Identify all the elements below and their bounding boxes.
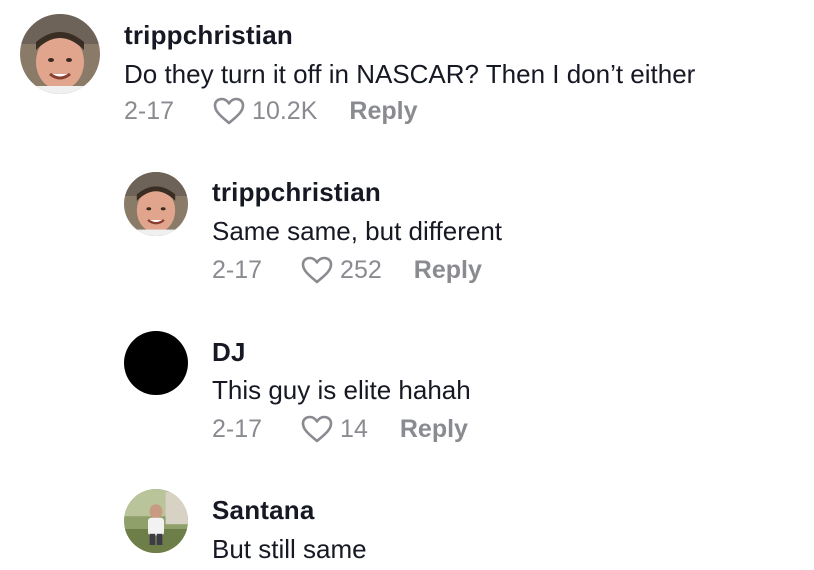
avatar[interactable] <box>124 489 188 553</box>
comment-username[interactable]: trippchristian <box>212 177 381 208</box>
comment-username[interactable]: DJ <box>212 337 246 368</box>
heart-icon <box>301 256 333 284</box>
photo-avatar <box>124 489 188 553</box>
like-count: 10.2K <box>252 96 318 125</box>
comment-meta: 2-17 10.2K Reply <box>124 96 417 126</box>
comment-text: This guy is elite hahah <box>212 375 471 405</box>
like-button[interactable]: 252 <box>300 255 382 285</box>
face-photo-icon <box>124 172 188 236</box>
comment-date: 2-17 <box>212 255 263 284</box>
reply-button[interactable]: Reply <box>349 97 417 126</box>
comment-username[interactable]: Santana <box>212 495 315 526</box>
black-circle-avatar <box>124 331 188 395</box>
like-count: 14 <box>340 414 368 443</box>
comment-date: 2-17 <box>212 414 263 443</box>
avatar[interactable] <box>124 172 188 236</box>
comment-text: But still same <box>212 534 367 564</box>
heart-icon <box>213 97 245 125</box>
avatar[interactable] <box>124 331 188 395</box>
like-button[interactable]: 14 <box>300 414 368 444</box>
reply-button[interactable]: Reply <box>400 415 468 444</box>
reply-button[interactable]: Reply <box>414 256 482 285</box>
avatar[interactable] <box>20 14 100 94</box>
comment-text: Do they turn it off in NASCAR? Then I do… <box>124 59 696 89</box>
comment-date: 2-17 <box>124 96 175 125</box>
like-count: 252 <box>340 255 382 284</box>
comment-text: Same same, but different <box>212 216 503 246</box>
heart-icon <box>301 415 333 443</box>
comment-meta: 2-17 252 Reply <box>212 255 482 285</box>
like-button[interactable]: 10.2K <box>212 96 317 126</box>
face-photo-icon <box>20 14 100 94</box>
comment-username[interactable]: trippchristian <box>124 20 293 51</box>
comment-meta: 2-17 14 Reply <box>212 414 468 444</box>
